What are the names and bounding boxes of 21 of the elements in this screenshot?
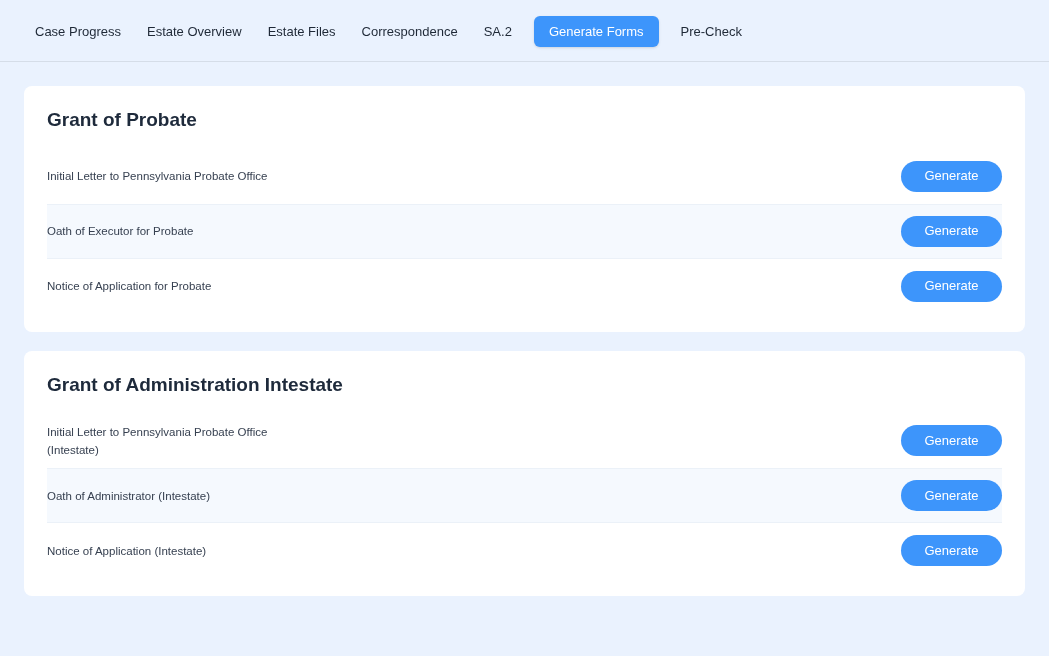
form-name: Initial Letter to Pennsylvania Probate Office — [47, 169, 268, 184]
nav-tab[interactable]: Estate Files — [255, 16, 348, 47]
nav-tab[interactable]: Pre-Check — [668, 16, 754, 47]
nav-tab[interactable]: Case Progress — [23, 16, 133, 47]
generate-button[interactable]: Generate — [901, 535, 1002, 566]
nav-tab[interactable]: Generate Forms — [533, 16, 659, 47]
form-name: Initial Letter to Pennsylvania Probate Office (Intestate) — [47, 424, 269, 458]
generate-button[interactable]: Generate — [901, 480, 1002, 511]
nav-tab[interactable]: Correspondence — [349, 16, 470, 47]
form-name: Oath of Executor for Probate — [47, 224, 194, 239]
form-name: Notice of Application for Probate — [47, 279, 212, 294]
nav-tab[interactable]: SA.2 — [471, 16, 524, 47]
form-name: Notice of Application (Intestate) — [47, 543, 207, 559]
generate-button[interactable]: Generate — [901, 160, 1002, 192]
section-title: Grant of Administration Intestate — [47, 372, 344, 397]
nav-tab[interactable]: Estate Overview — [135, 16, 254, 47]
generate-button[interactable]: Generate — [901, 270, 1002, 302]
generate-button[interactable]: Generate — [901, 425, 1002, 456]
generate-button[interactable]: Generate — [901, 215, 1002, 247]
section-title: Grant of Probate — [47, 108, 198, 132]
form-name: Oath of Administrator (Intestate) — [47, 488, 210, 504]
